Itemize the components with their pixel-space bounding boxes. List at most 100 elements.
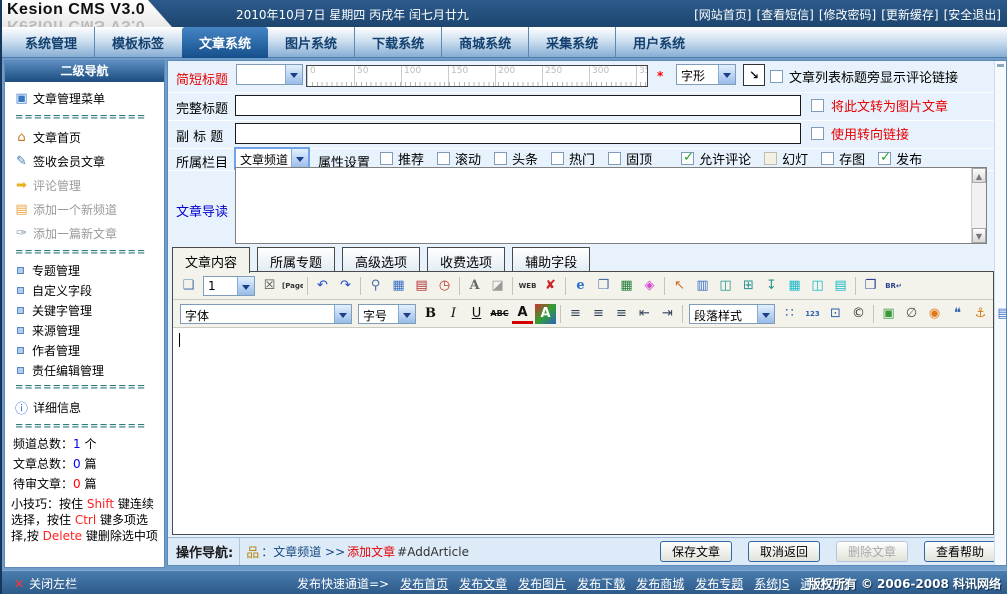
font-style-icon[interactable]: A <box>464 276 485 296</box>
dropdown-arrow-icon[interactable] <box>291 149 308 168</box>
checkbox[interactable] <box>878 152 891 165</box>
paragraph-style-select[interactable]: 段落样式 <box>689 304 775 324</box>
sidebar-item[interactable]: 责任编辑管理 <box>5 360 164 380</box>
insert-row-icon[interactable]: ↧ <box>761 276 782 296</box>
nav-tab[interactable]: 下载系统 <box>354 27 441 58</box>
merge-cell-icon[interactable]: ⊞ <box>738 276 759 296</box>
scroll-up-icon[interactable]: ▲ <box>972 168 986 183</box>
comment-link-option[interactable]: 文章列表标题旁显示评论链接 <box>770 67 958 86</box>
sidebar-item-detail-info[interactable]: ⓘ 详细信息 <box>5 395 164 419</box>
checkbox[interactable] <box>494 152 507 165</box>
eraser-icon[interactable]: ◪ <box>487 276 508 296</box>
web-link-icon[interactable]: WEB <box>517 276 538 296</box>
split-cell-icon[interactable]: ◫ <box>715 276 736 296</box>
quick-publish-link[interactable]: 发布首页 <box>400 577 448 591</box>
sidebar-item[interactable]: ▤ 添加一个新频道 <box>5 197 164 221</box>
content-tab[interactable]: 高级选项 <box>342 247 420 272</box>
content-tab[interactable]: 辅助字段 <box>512 247 590 272</box>
nav-tab[interactable]: 系统管理 <box>8 27 94 58</box>
content-tab[interactable]: 所属专题 <box>257 247 335 272</box>
page-number-select[interactable]: 1 <box>203 276 255 296</box>
action-button[interactable]: 取消返回 <box>748 541 820 562</box>
sidebar-item[interactable]: 来源管理 <box>5 320 164 340</box>
paste-icon[interactable]: ❐ <box>860 276 881 296</box>
strikethrough-icon[interactable]: ABC <box>489 304 510 324</box>
full-title-input[interactable] <box>235 95 801 116</box>
doc-layout-icon[interactable]: ▤ <box>993 304 1007 324</box>
numbered-list-icon[interactable]: 123 <box>802 304 823 324</box>
select-object-icon[interactable]: ↖ <box>669 276 690 296</box>
font-size-select[interactable]: 字号 <box>358 304 416 324</box>
attribute-option[interactable]: 允许评论 <box>681 149 751 168</box>
table-properties-icon[interactable]: ▥ <box>692 276 713 296</box>
header-link[interactable]: [修改密码] <box>819 8 876 22</box>
attribute-option[interactable]: 头条 <box>494 149 538 168</box>
calendar-icon[interactable]: ▤ <box>411 276 432 296</box>
nav-tab[interactable]: 用户系统 <box>615 27 702 58</box>
add-article-link[interactable]: 添加文章 <box>347 543 395 560</box>
nav-tab[interactable]: 图片系统 <box>268 27 354 58</box>
short-title-select[interactable] <box>236 64 303 85</box>
table-cell-icon[interactable]: ◫ <box>807 276 828 296</box>
nav-tab[interactable]: 商城系统 <box>441 27 528 58</box>
excel-icon[interactable]: ▦ <box>616 276 637 296</box>
align-center-icon[interactable]: ≡ <box>588 304 609 324</box>
align-right-icon[interactable]: ≡ <box>611 304 632 324</box>
checkbox[interactable] <box>551 152 564 165</box>
attribute-option[interactable]: 固顶 <box>608 149 652 168</box>
sidebar-item[interactable]: ⌂ 文章首页 <box>5 125 164 149</box>
dropdown-arrow-icon[interactable] <box>757 305 774 323</box>
header-link[interactable]: [更新缓存] <box>881 8 938 22</box>
sidebar-item[interactable]: 关键字管理 <box>5 300 164 320</box>
bold-icon[interactable]: B <box>420 304 441 324</box>
unlink-icon[interactable]: ✘ <box>540 276 561 296</box>
media-marquee-icon[interactable]: ◈ <box>639 276 660 296</box>
br-icon[interactable]: BR↵ <box>883 276 904 296</box>
special-char-icon[interactable]: © <box>848 304 869 324</box>
redo-icon[interactable]: ↷ <box>335 276 356 296</box>
italic-icon[interactable]: I <box>443 304 464 324</box>
image-icon[interactable]: ▣ <box>878 304 899 324</box>
sidebar-item[interactable]: ✑ 添加一篇新文章 <box>5 221 164 245</box>
quick-publish-link[interactable]: 发布图片 <box>518 577 566 591</box>
ie-icon[interactable]: e <box>570 276 591 296</box>
checkbox[interactable] <box>764 152 777 165</box>
bullet-list-icon[interactable]: ∷ <box>779 304 800 324</box>
quick-publish-link[interactable]: 发布专题 <box>695 577 743 591</box>
nav-tab[interactable]: 采集系统 <box>528 27 615 58</box>
nav-tab[interactable]: 模板标签 <box>94 27 181 58</box>
align-left-icon[interactable]: ≡ <box>565 304 586 324</box>
header-link[interactable]: [查看短信] <box>757 8 814 22</box>
attribute-option[interactable]: 存图 <box>821 149 865 168</box>
delete-page-icon[interactable]: ☒ <box>259 276 280 296</box>
flash-icon[interactable]: ∅ <box>901 304 922 324</box>
page-break-icon[interactable]: [Page] <box>282 276 303 296</box>
redirect-option[interactable]: 使用转向链接 <box>811 124 909 143</box>
underline-icon[interactable]: U <box>466 304 487 324</box>
outdent-icon[interactable]: ⇤ <box>634 304 655 324</box>
dropdown-arrow-icon[interactable] <box>334 305 351 323</box>
editor-content-area[interactable] <box>173 328 993 534</box>
attribute-option[interactable]: 滚动 <box>437 149 481 168</box>
preview-icon[interactable]: ⚲ <box>365 276 386 296</box>
summary-scrollbar[interactable]: ▲ ▼ <box>971 168 986 243</box>
dropdown-arrow-icon[interactable] <box>718 65 735 84</box>
sub-title-input[interactable] <box>235 123 801 144</box>
font-color-icon[interactable]: A <box>512 304 533 324</box>
attribute-option[interactable]: 幻灯 <box>764 149 808 168</box>
sidebar-item[interactable]: 作者管理 <box>5 340 164 360</box>
header-link[interactable]: [安全退出] <box>944 8 1001 22</box>
checkbox[interactable] <box>681 152 694 165</box>
content-tab[interactable]: 收费选项 <box>427 247 505 272</box>
content-tab[interactable]: 文章内容 <box>172 247 250 273</box>
highlight-color-icon[interactable]: A <box>535 304 556 324</box>
dropdown-arrow-icon[interactable] <box>285 65 302 84</box>
blockquote-icon[interactable]: ⊡ <box>825 304 846 324</box>
to-picture-option[interactable]: 将此文转为图片文章 <box>811 96 948 115</box>
sidebar-item[interactable]: 专题管理 <box>5 260 164 280</box>
checkbox[interactable] <box>437 152 450 165</box>
dropdown-arrow-icon[interactable] <box>237 277 254 295</box>
anchor-icon[interactable]: ⚓ <box>970 304 991 324</box>
sidebar-item[interactable]: ➡ 评论管理 <box>5 173 164 197</box>
table-row-icon[interactable]: ▤ <box>830 276 851 296</box>
